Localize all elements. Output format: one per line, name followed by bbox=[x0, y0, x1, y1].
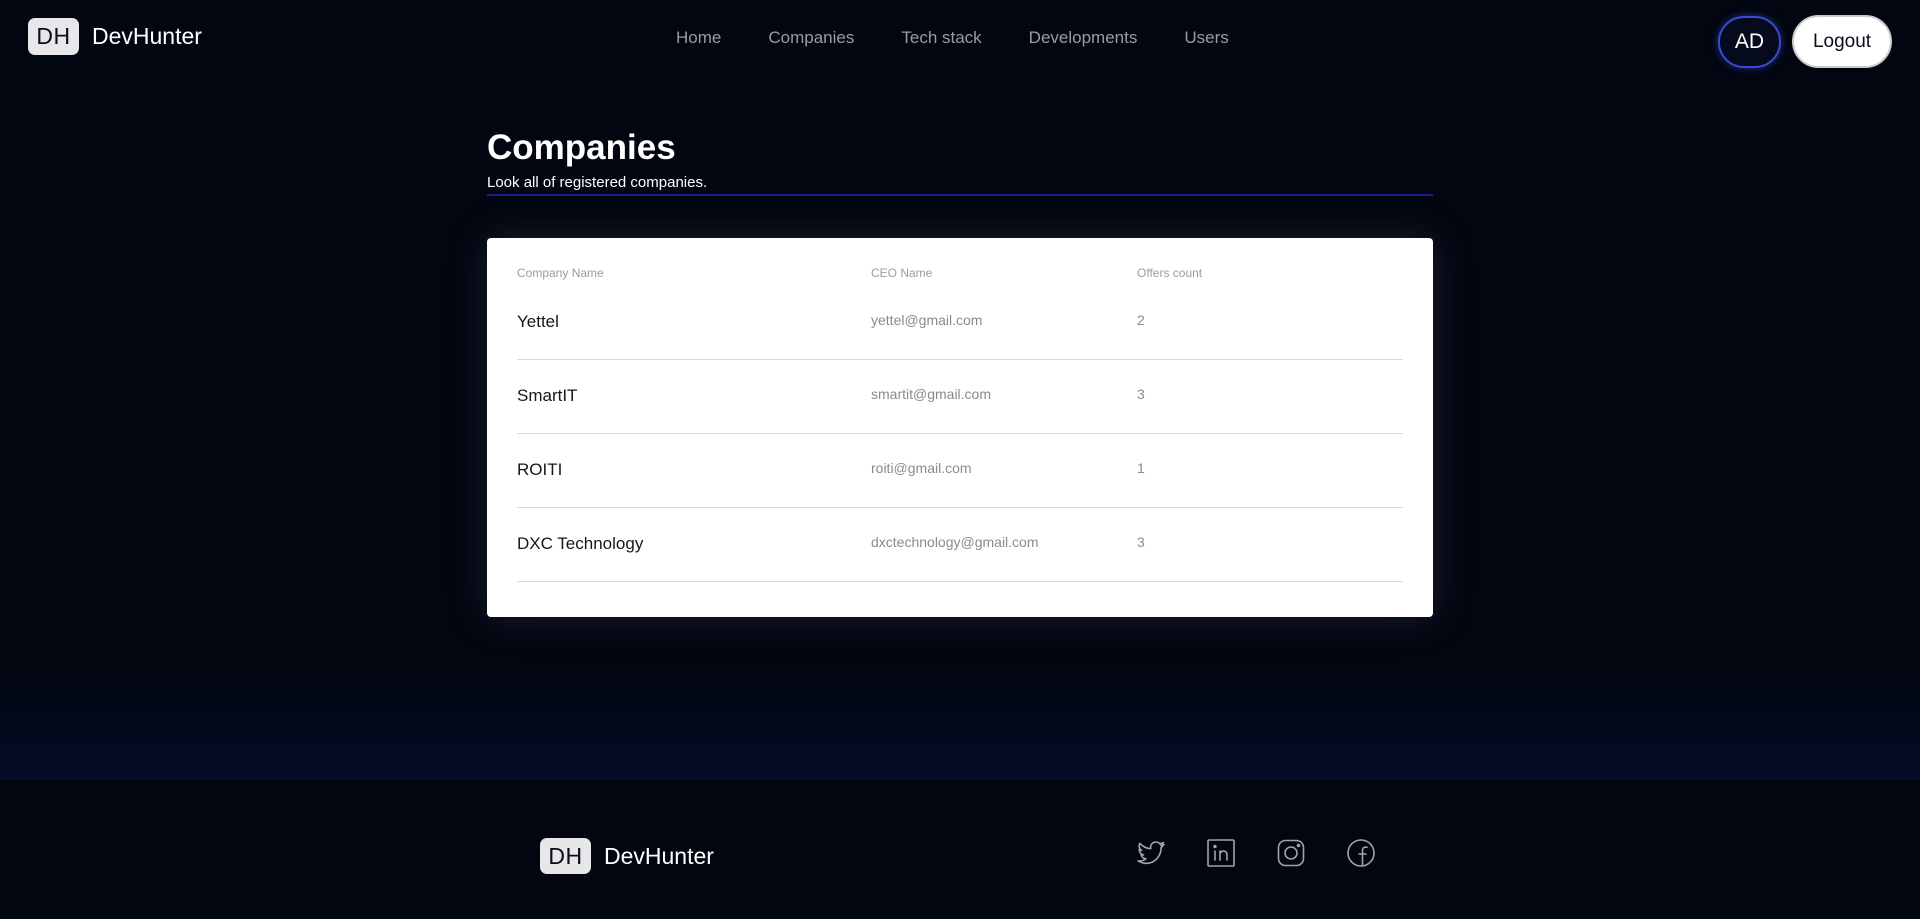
ceo-name: yettel@gmail.com bbox=[871, 312, 983, 328]
column-header-company-name: Company Name bbox=[517, 266, 604, 280]
brand-logo[interactable]: DH DevHunter bbox=[28, 18, 202, 55]
ceo-name: smartit@gmail.com bbox=[871, 386, 992, 402]
offers-count: 1 bbox=[1137, 460, 1145, 476]
footer-brand-logo[interactable]: DH DevHunter bbox=[540, 838, 714, 874]
nav-companies[interactable]: Companies bbox=[768, 28, 854, 48]
ceo-name: dxctechnology@gmail.com bbox=[871, 534, 1039, 550]
main-nav: Home Companies Tech stack Developments U… bbox=[676, 28, 1276, 48]
offers-count: 3 bbox=[1137, 534, 1145, 550]
column-header-ceo-name: CEO Name bbox=[871, 266, 933, 280]
company-name: DXC Technology bbox=[517, 534, 644, 553]
table-row[interactable]: ROITI roiti@gmail.com 1 bbox=[517, 434, 1403, 508]
column-header-offers-count: Offers count bbox=[1137, 266, 1203, 280]
company-name: SmartIT bbox=[517, 386, 578, 405]
linkedin-icon[interactable] bbox=[1205, 837, 1237, 869]
instagram-icon[interactable] bbox=[1275, 837, 1307, 869]
offers-count: 3 bbox=[1137, 386, 1145, 402]
table-header: Company Name CEO Name Offers count bbox=[517, 266, 1403, 286]
footer-brand-name: DevHunter bbox=[604, 842, 714, 869]
table-row[interactable]: DXC Technology dxctechnology@gmail.com 3 bbox=[517, 508, 1403, 582]
ceo-name: roiti@gmail.com bbox=[871, 460, 972, 476]
main-area: DH DevHunter Home Companies Tech stack D… bbox=[0, 0, 1920, 780]
brand-badge: DH bbox=[28, 18, 79, 55]
footer-brand-badge: DH bbox=[540, 838, 591, 874]
title-divider bbox=[487, 194, 1433, 196]
table-row[interactable]: SmartIT smartit@gmail.com 3 bbox=[517, 360, 1403, 434]
social-links bbox=[1135, 837, 1415, 869]
page-subtitle: Look all of registered companies. bbox=[487, 174, 708, 191]
page-title: Companies bbox=[487, 128, 676, 167]
table-row[interactable]: Yettel yettel@gmail.com 2 bbox=[517, 286, 1403, 360]
logout-button[interactable]: Logout bbox=[1792, 15, 1892, 68]
top-nav-bar: DH DevHunter Home Companies Tech stack D… bbox=[0, 0, 1920, 76]
nav-home[interactable]: Home bbox=[676, 28, 721, 48]
user-avatar[interactable]: AD bbox=[1718, 16, 1781, 68]
offers-count: 2 bbox=[1137, 312, 1145, 328]
facebook-icon[interactable] bbox=[1345, 837, 1377, 869]
company-name: Yettel bbox=[517, 312, 559, 331]
brand-name: DevHunter bbox=[92, 23, 202, 49]
nav-tech-stack[interactable]: Tech stack bbox=[901, 28, 981, 48]
footer: DH DevHunter bbox=[0, 780, 1920, 919]
twitter-icon[interactable] bbox=[1135, 837, 1167, 869]
nav-users[interactable]: Users bbox=[1184, 28, 1228, 48]
companies-table: Company Name CEO Name Offers count Yette… bbox=[487, 238, 1433, 617]
company-name: ROITI bbox=[517, 460, 563, 479]
nav-developments[interactable]: Developments bbox=[1029, 28, 1138, 48]
